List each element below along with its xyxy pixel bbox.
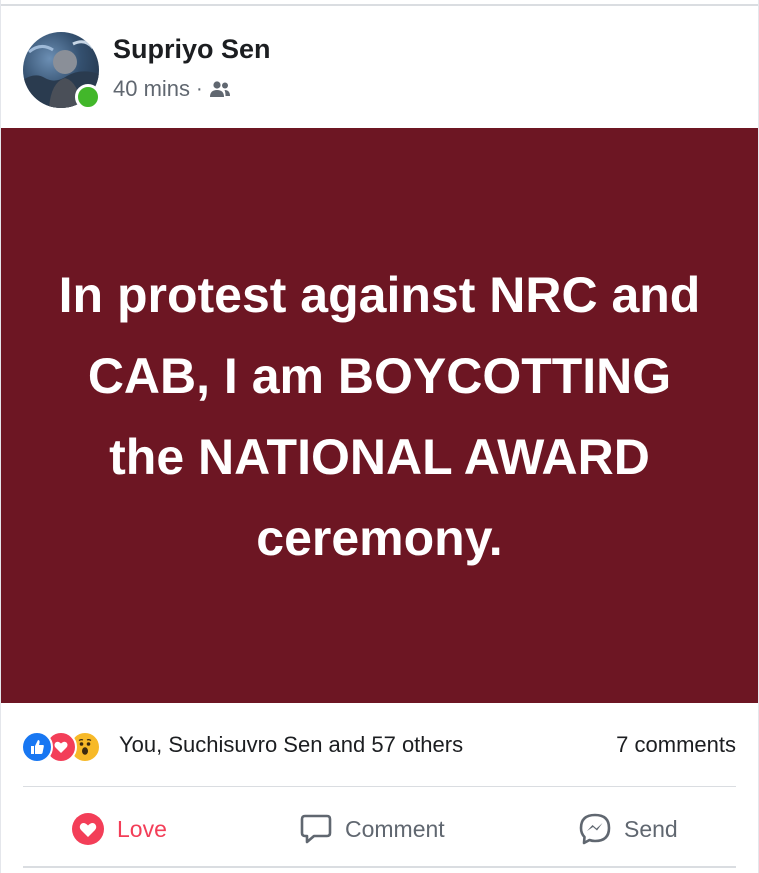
friends-icon[interactable] — [209, 80, 231, 98]
post-action-bar: Love Comment Send — [1, 790, 758, 868]
author-name[interactable]: Supriyo Sen — [113, 34, 271, 65]
comment-button[interactable]: Comment — [299, 812, 445, 846]
post-text: In protest against NRC and CAB, I am BOY… — [58, 266, 701, 566]
send-button-label: Send — [624, 815, 678, 842]
top-divider — [1, 4, 758, 6]
send-button[interactable]: Send — [578, 812, 678, 846]
comments-count[interactable]: 7 comments — [616, 732, 736, 758]
reactions-summary[interactable]: You, Suchisuvro Sen and 57 others — [119, 732, 463, 758]
reactions-row: You, Suchisuvro Sen and 57 others 7 comm… — [1, 716, 758, 776]
post-time[interactable]: 40 mins — [113, 76, 190, 102]
love-button[interactable]: Love — [71, 812, 167, 846]
reaction-icons[interactable] — [21, 731, 117, 763]
actions-divider — [23, 786, 736, 787]
facebook-post-card: Supriyo Sen 40 mins · In protest against… — [0, 0, 759, 873]
comment-icon — [300, 814, 332, 844]
like-icon — [21, 731, 53, 763]
post-header: Supriyo Sen 40 mins · — [1, 14, 758, 126]
love-icon — [72, 813, 104, 845]
online-status-dot — [75, 84, 101, 110]
love-button-label: Love — [117, 815, 167, 842]
meta-separator: · — [196, 77, 203, 100]
post-text-background[interactable]: In protest against NRC and CAB, I am BOY… — [1, 128, 758, 703]
post-meta: 40 mins · — [113, 76, 231, 102]
bottom-divider — [23, 866, 736, 868]
messenger-icon — [579, 813, 611, 845]
comment-button-label: Comment — [345, 815, 445, 842]
